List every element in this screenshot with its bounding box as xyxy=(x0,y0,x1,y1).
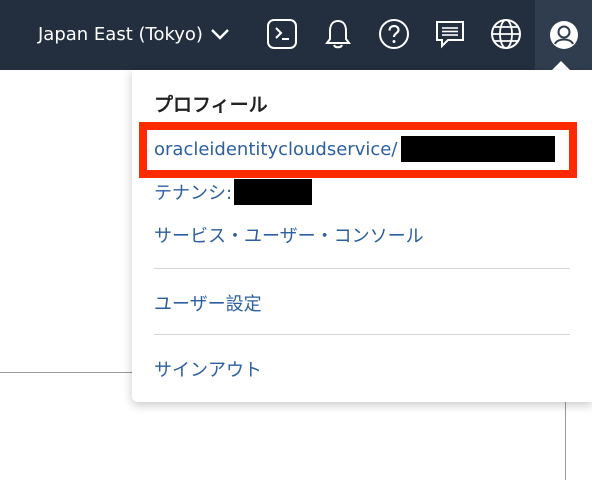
username-link[interactable]: oracleidentitycloudservice/ xyxy=(154,139,397,160)
user-settings-link[interactable]: ユーザー設定 xyxy=(154,290,262,316)
service-user-console-link[interactable]: サービス・ユーザー・コンソール xyxy=(154,222,424,248)
region-selector[interactable]: Japan East (Tokyo) xyxy=(38,20,229,48)
help-icon[interactable] xyxy=(376,16,412,52)
user-profile-button[interactable] xyxy=(535,0,592,70)
user-profile-icon xyxy=(549,21,578,49)
menu-divider xyxy=(154,268,570,269)
tenancy-label[interactable]: テナンシ: xyxy=(154,179,232,205)
redacted-username xyxy=(401,136,556,162)
username-row[interactable]: oracleidentitycloudservice/ xyxy=(154,134,556,164)
tenancy-row[interactable]: テナンシ: xyxy=(154,178,313,206)
cloud-shell-icon[interactable] xyxy=(264,16,300,52)
bell-icon[interactable] xyxy=(320,16,356,52)
profile-dropdown-menu: プロフィール oracleidentitycloudservice/ テナンシ:… xyxy=(132,70,592,402)
region-label: Japan East (Tokyo) xyxy=(38,23,203,45)
top-navigation-bar: Japan East (Tokyo) xyxy=(0,0,592,70)
chevron-down-icon xyxy=(211,29,229,40)
sign-out-link[interactable]: サインアウト xyxy=(154,356,262,382)
chat-icon[interactable] xyxy=(432,16,468,52)
redacted-tenancy xyxy=(234,179,313,205)
menu-title: プロフィール xyxy=(154,94,268,116)
globe-icon[interactable] xyxy=(488,16,524,52)
background-divider xyxy=(0,372,135,373)
menu-divider xyxy=(154,334,570,335)
background-border xyxy=(565,395,566,480)
